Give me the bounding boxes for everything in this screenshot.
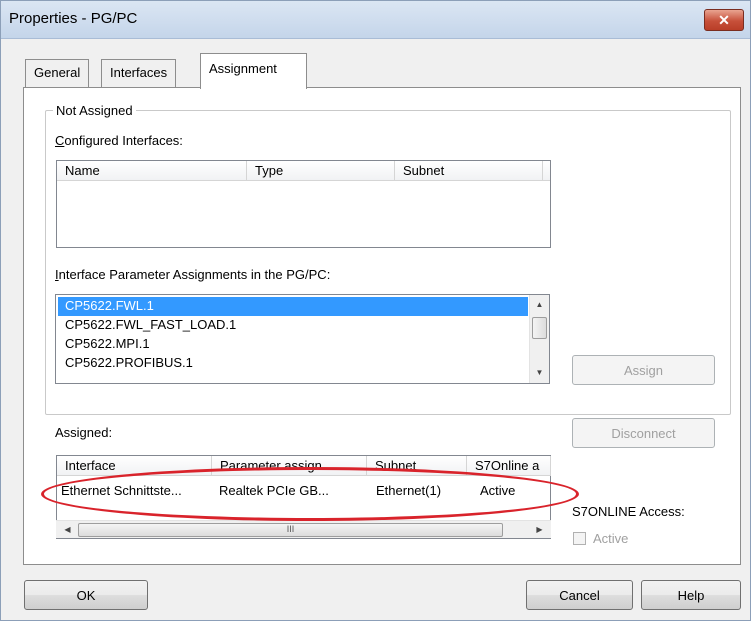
active-checkbox[interactable] xyxy=(573,532,586,545)
param-list-scrollbar[interactable]: ▲ ▼ xyxy=(529,295,549,383)
tab-general[interactable]: General xyxy=(25,59,90,87)
not-assigned-title: Not Assigned xyxy=(53,103,136,118)
scroll-down-arrow-icon[interactable]: ▼ xyxy=(530,365,549,381)
help-button[interactable]: Help xyxy=(641,580,741,610)
tab-assignment[interactable]: Assignment xyxy=(200,53,307,89)
scroll-up-arrow-icon[interactable]: ▲ xyxy=(530,297,549,313)
title-bar[interactable]: Properties - PG/PC ✕ xyxy=(1,1,750,39)
tab-interfaces[interactable]: Interfaces xyxy=(101,59,177,87)
column-header-name[interactable]: Name xyxy=(57,161,247,181)
close-icon: ✕ xyxy=(718,11,730,28)
cancel-button-label: Cancel xyxy=(559,587,600,603)
hscroll-thumb[interactable]: III xyxy=(78,523,503,537)
tab-general-label: General xyxy=(34,65,81,80)
properties-dialog: Properties - PG/PC ✕ General Interfaces … xyxy=(0,0,751,621)
tab-interfaces-label: Interfaces xyxy=(110,65,168,80)
help-button-label: Help xyxy=(677,587,705,603)
disconnect-button-label: Disconnect xyxy=(611,425,676,441)
configured-interfaces-list[interactable]: Name Type Subnet xyxy=(56,160,551,248)
column-header-subnet[interactable]: Subnet xyxy=(395,161,543,181)
window-title: Properties - PG/PC xyxy=(9,10,138,27)
column-header-type[interactable]: Type xyxy=(247,161,395,181)
ok-button[interactable]: OK xyxy=(24,580,148,610)
list-item[interactable]: CP5622.PROFIBUS.1 xyxy=(58,354,528,373)
scroll-thumb[interactable] xyxy=(532,317,547,339)
highlight-ellipse xyxy=(41,467,579,521)
param-assignments-label: Interface Parameter Assignments in the P… xyxy=(55,267,331,282)
s7online-access-label: S7ONLINE Access: xyxy=(572,504,685,519)
configured-interfaces-header: Name Type Subnet xyxy=(57,161,550,181)
configured-interfaces-label-text: onfigured Interfaces: xyxy=(64,133,183,148)
scroll-left-arrow-icon[interactable]: ◀ xyxy=(58,522,77,538)
assign-button-label: Assign xyxy=(623,362,664,378)
param-assignments-label-text: nterface Parameter Assignments in the PG… xyxy=(58,267,331,282)
ok-button-label: OK xyxy=(76,587,96,603)
cancel-button[interactable]: Cancel xyxy=(526,580,633,610)
assign-button[interactable]: Assign xyxy=(572,355,715,385)
list-item[interactable]: CP5622.MPI.1 xyxy=(58,335,528,354)
active-checkbox-label[interactable]: Active xyxy=(593,531,628,546)
list-item[interactable]: CP5622.FWL.1 xyxy=(58,297,528,316)
list-item[interactable]: CP5622.FWL_FAST_LOAD.1 xyxy=(58,316,528,335)
hscroll-grip-icon: III xyxy=(286,524,295,534)
assigned-list-hscrollbar[interactable]: ◀ III ▶ xyxy=(56,520,551,538)
disconnect-button[interactable]: Disconnect xyxy=(572,418,715,448)
scroll-right-arrow-icon[interactable]: ▶ xyxy=(530,522,549,538)
assigned-label: Assigned: xyxy=(55,425,113,440)
param-assignments-list[interactable]: CP5622.FWL.1 CP5622.FWL_FAST_LOAD.1 CP56… xyxy=(55,294,550,384)
tab-assignment-label: Assignment xyxy=(209,61,277,76)
configured-interfaces-label: Configured Interfaces: xyxy=(55,133,183,148)
close-button[interactable]: ✕ xyxy=(704,9,744,31)
